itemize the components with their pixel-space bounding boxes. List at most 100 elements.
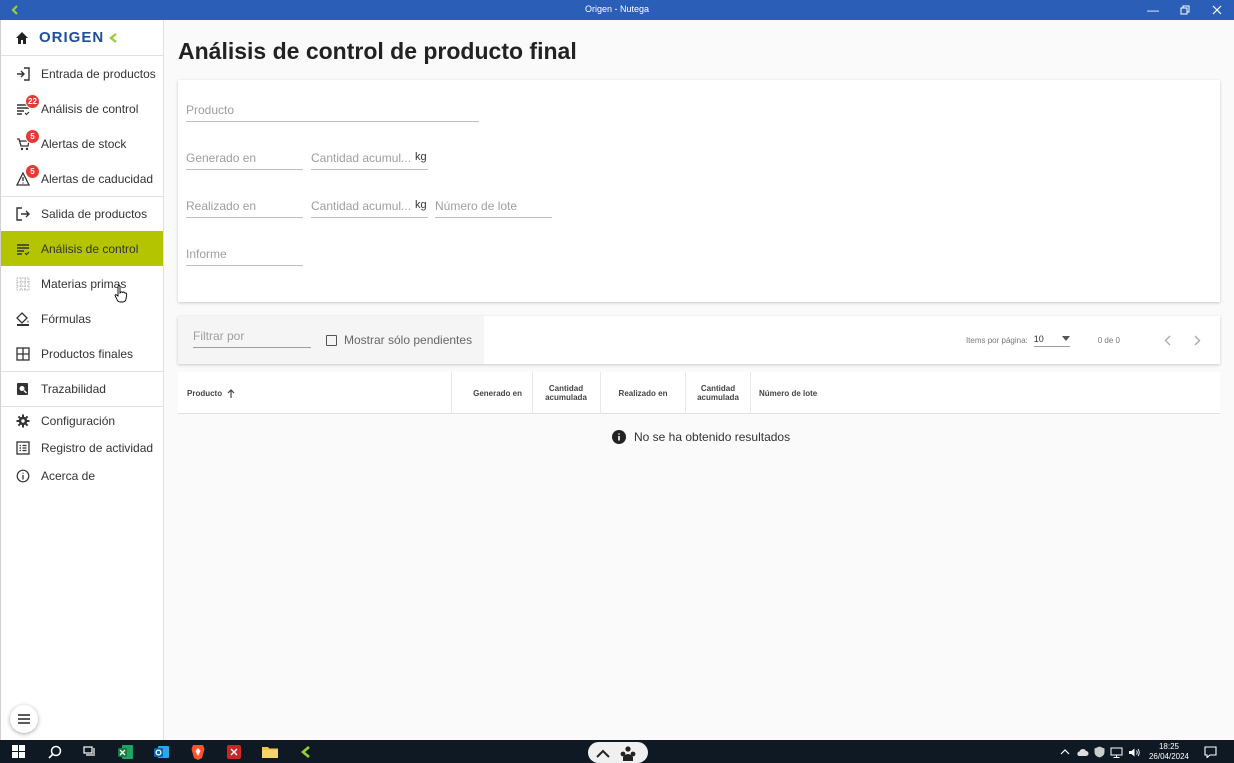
sidebar-item-configuracion[interactable]: Configuración — [1, 406, 163, 434]
dropdown-arrow-icon — [1061, 336, 1070, 341]
sidebar-item-acerca-de[interactable]: Acerca de — [1, 462, 163, 490]
pending-only-checkbox[interactable]: Mostrar sólo pendientes — [326, 333, 472, 347]
network-icon[interactable] — [1110, 747, 1123, 758]
chevron-left-icon — [1164, 335, 1170, 345]
restore-icon — [1180, 5, 1190, 15]
brave-browser-icon — [191, 744, 204, 760]
sidebar-item-registro-actividad[interactable]: Registro de actividad — [1, 434, 163, 462]
sidebar-item-alertas-caducidad[interactable]: 5 Alertas de caducidad — [1, 161, 163, 196]
column-header-numero-lote[interactable]: Número de lote — [759, 372, 859, 414]
cantidad-acumulada-realizado-field[interactable]: Cantidad acumul... — [311, 198, 428, 218]
sidebar-item-salida-productos[interactable]: Salida de productos — [1, 196, 163, 231]
start-button[interactable] — [10, 743, 27, 760]
windows-taskbar: 18:25 26/04/2024 — [0, 740, 1234, 763]
taskbar-clock[interactable]: 18:25 26/04/2024 — [1146, 742, 1192, 762]
checkbox-box[interactable] — [326, 334, 337, 346]
column-header-realizado-en[interactable]: Realizado en — [601, 372, 685, 414]
filter-area: Filtrar por Mostrar sólo pendientes — [178, 316, 484, 364]
cloud-icon[interactable] — [1076, 748, 1089, 757]
people-icon — [620, 746, 636, 761]
numero-lote-field[interactable]: Número de lote — [435, 198, 552, 218]
window-titlebar: Origen - Nutega — — [0, 0, 1234, 20]
volume-icon[interactable] — [1128, 747, 1141, 758]
unit-suffix: kg — [415, 151, 427, 163]
excel-icon — [117, 744, 133, 759]
sidebar-item-analisis-control-entrada[interactable]: 22 Análisis de control — [1, 91, 163, 126]
restore-button[interactable] — [1168, 0, 1202, 20]
sidebar-item-formulas[interactable]: Fórmulas — [1, 301, 163, 336]
page-title: Análisis de control de producto final — [178, 38, 577, 64]
column-header-cantidad-acumulada-2[interactable]: Cantidad acumulada — [686, 372, 750, 414]
unit-suffix: kg — [415, 199, 427, 211]
sidebar-item-trazabilidad[interactable]: Trazabilidad — [1, 371, 163, 406]
sidebar-item-label: Acerca de — [41, 469, 96, 483]
taskbar-search-button[interactable] — [46, 743, 63, 760]
notification-badge: 5 — [25, 164, 40, 179]
tray-chevron-up-icon[interactable] — [1060, 748, 1070, 756]
informe-field[interactable]: Informe — [186, 246, 303, 266]
notifications-button[interactable] — [1202, 743, 1219, 760]
previous-page-button[interactable] — [1156, 329, 1178, 351]
screen-share-widget[interactable] — [588, 742, 648, 763]
brave-taskbar-button[interactable] — [189, 743, 206, 760]
generado-en-field[interactable]: Generado en — [186, 150, 303, 170]
task-view-button[interactable] — [81, 743, 98, 760]
hamburger-icon — [18, 714, 30, 724]
filter-input[interactable]: Filtrar por — [193, 328, 311, 348]
origen-logo-icon — [300, 745, 310, 758]
close-button[interactable] — [1200, 0, 1234, 20]
sidebar-item-entrada-productos[interactable]: Entrada de productos — [1, 56, 163, 91]
empty-results-message: No se ha obtenido resultados — [612, 430, 790, 444]
minimize-button[interactable]: — — [1136, 0, 1170, 20]
column-header-generado-en[interactable]: Generado en — [452, 372, 532, 414]
gear-icon — [15, 413, 31, 429]
sidebar-item-analisis-control-salida[interactable]: Análisis de control — [1, 231, 163, 266]
list-alt-icon — [15, 440, 31, 456]
grid-icon — [15, 346, 31, 362]
chevron-right-icon — [1194, 335, 1200, 345]
sidebar-item-materias-primas[interactable]: Materias primas — [1, 266, 163, 301]
list-check-icon — [15, 241, 31, 257]
info-icon — [15, 468, 31, 484]
sidebar-item-label: Fórmulas — [41, 311, 92, 326]
paint-bucket-icon — [15, 311, 31, 327]
page-size-select[interactable]: 10 — [1033, 334, 1070, 347]
home-icon — [16, 31, 28, 44]
sidebar-item-label: Salida de productos — [41, 207, 148, 221]
chevron-up-icon — [596, 749, 610, 758]
brand-header[interactable]: ORIGEN — [1, 20, 163, 56]
close-icon — [1212, 5, 1222, 15]
cantidad-acumulada-generado-field[interactable]: Cantidad acumul... — [311, 150, 428, 170]
sidebar-item-productos-finales[interactable]: Productos finales — [1, 336, 163, 371]
realizado-en-field[interactable]: Realizado en — [186, 198, 303, 218]
sidebar-item-alertas-stock[interactable]: 5 Alertas de stock — [1, 126, 163, 161]
defender-icon[interactable] — [1094, 746, 1105, 758]
outlook-icon — [153, 745, 169, 758]
sidebar-item-label: Configuración — [41, 413, 116, 428]
grid-dots-icon — [15, 276, 31, 292]
column-header-cantidad-acumulada-1[interactable]: Cantidad acumulada — [533, 372, 599, 414]
system-tray — [1060, 745, 1141, 759]
column-header-producto[interactable]: Producto — [187, 372, 447, 414]
logout-icon — [15, 206, 31, 222]
menu-toggle-button[interactable] — [10, 705, 38, 733]
sidebar-item-label: Registro de actividad — [41, 441, 154, 455]
task-view-icon — [82, 745, 95, 756]
form-card: Producto Generado en Cantidad acumul... … — [178, 80, 1220, 302]
next-page-button[interactable] — [1186, 329, 1208, 351]
excel-taskbar-button[interactable] — [117, 743, 134, 760]
sidebar-item-label: Alertas de caducidad — [41, 171, 154, 186]
notification-center-icon — [1204, 745, 1217, 758]
sidebar-item-label: Productos finales — [41, 346, 134, 361]
sidebar: ORIGEN Entrada de productos 22 Análisis … — [0, 20, 164, 740]
file-explorer-taskbar-button[interactable] — [261, 743, 278, 760]
info-filled-icon — [612, 430, 626, 444]
origen-taskbar-button[interactable] — [297, 743, 314, 760]
sidebar-item-label: Análisis de control — [41, 101, 139, 116]
checkbox-label: Mostrar sólo pendientes — [344, 333, 473, 347]
sidebar-item-label: Análisis de control — [41, 241, 139, 256]
app-taskbar-button[interactable] — [225, 743, 242, 760]
outlook-taskbar-button[interactable] — [153, 743, 170, 760]
producto-field[interactable]: Producto — [186, 102, 479, 122]
sidebar-item-label: Alertas de stock — [41, 136, 127, 151]
